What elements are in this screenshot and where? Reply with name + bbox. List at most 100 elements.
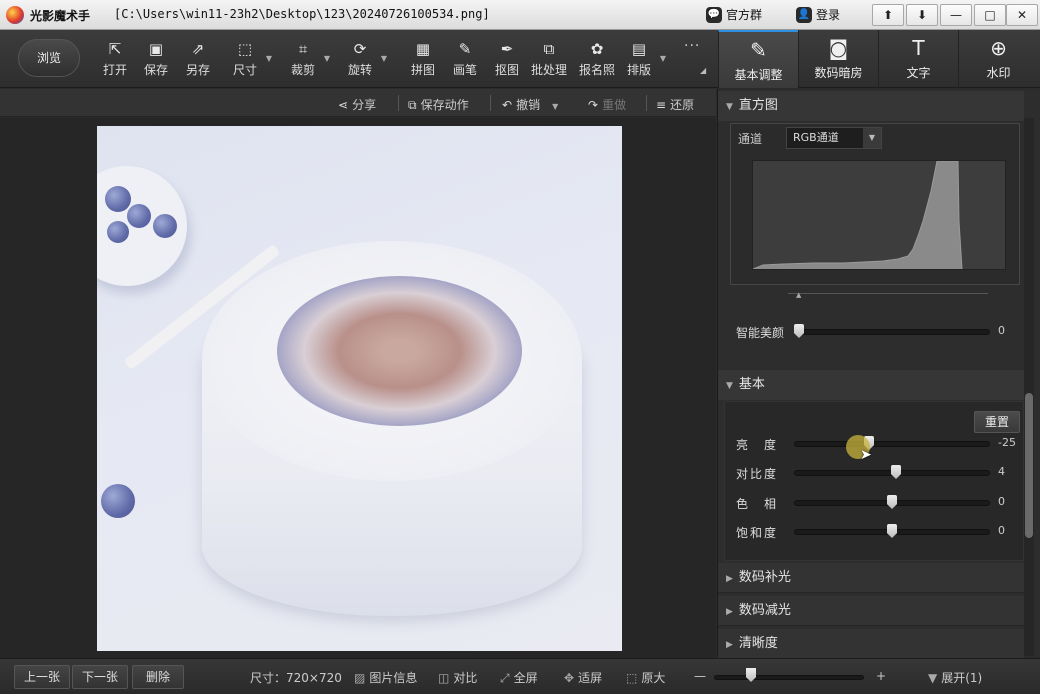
section-reduce-light-label: 数码减光 xyxy=(738,603,791,618)
chevron-down-icon: ▼ xyxy=(863,128,881,148)
brightness-slider[interactable]: 亮 度 -25 xyxy=(736,434,1026,454)
collage-tool[interactable]: ▦ 拼图 xyxy=(404,40,442,84)
blueberry xyxy=(127,204,151,228)
histogram-range-marker-icon[interactable]: ▲ xyxy=(796,291,801,299)
layout-tool[interactable]: ▤ 排版 ▼ xyxy=(620,40,666,84)
login-link[interactable]: 👤 登录 xyxy=(796,6,840,23)
minimize-button[interactable]: — xyxy=(940,4,972,26)
more-tools-icon[interactable]: ··· xyxy=(684,38,700,54)
slider-thumb[interactable] xyxy=(891,465,901,479)
section-sharpness[interactable]: ▶ 清晰度 xyxy=(718,629,1024,659)
layout-icon: ▤ xyxy=(631,40,647,58)
chevron-down-icon[interactable]: ▼ xyxy=(266,54,272,63)
tab-watermark[interactable]: ⊕ 水印 xyxy=(958,30,1038,88)
rotate-label: 旋转 xyxy=(347,63,372,77)
image-info-button[interactable]: ▨ 图片信息 xyxy=(354,669,417,686)
share-icon: ⋖ xyxy=(338,98,349,112)
contrast-slider[interactable]: 对比度 4 xyxy=(736,463,1026,483)
rotate-tool[interactable]: ⟳ 旋转 ▼ xyxy=(341,40,387,84)
undo-button[interactable]: ↶ 撤销 ▼ xyxy=(502,96,558,113)
zoom-slider-track[interactable] xyxy=(714,675,864,680)
original-size-button[interactable]: ⬚ 原大 xyxy=(626,669,665,686)
histogram-title: 直方图 xyxy=(738,98,778,113)
tab-digital-darkroom-label: 数码暗房 xyxy=(814,66,863,80)
blueberry xyxy=(101,484,135,518)
tab-basic-adjust[interactable]: ✎ 基本调整 xyxy=(718,30,798,88)
open-tool[interactable]: ⇱ 打开 xyxy=(96,40,134,84)
tab-text[interactable]: T 文字 xyxy=(878,30,958,88)
histogram-curve xyxy=(752,160,963,270)
slider-thumb[interactable] xyxy=(887,524,897,538)
reset-button[interactable]: 重置 xyxy=(974,411,1020,433)
adjust-icon: ✎ xyxy=(750,38,767,62)
file-path: [C:\Users\win11-23h2\Desktop\123\2024072… xyxy=(114,7,490,21)
fit-icon: ✥ xyxy=(564,671,575,685)
share-button[interactable]: ⋖ 分享 xyxy=(338,96,376,113)
section-fill-light-label: 数码补光 xyxy=(738,570,791,585)
tab-digital-darkroom[interactable]: ◙ 数码暗房 xyxy=(798,30,878,88)
expand-filmstrip-button[interactable]: ▼ 展开(1) xyxy=(928,669,982,686)
fullscreen-button[interactable]: ⤢ 全屏 xyxy=(500,669,538,686)
cutout-tool[interactable]: ✒ 抠图 xyxy=(488,40,526,84)
zoom-in-button[interactable]: + xyxy=(876,669,886,683)
save-as-tool[interactable]: ⇗ 另存 xyxy=(179,40,217,84)
batch-label: 批处理 xyxy=(530,63,567,77)
chevron-down-icon[interactable]: ▼ xyxy=(552,102,558,111)
browse-button[interactable]: 浏览 xyxy=(18,39,80,77)
original-size-icon: ⬚ xyxy=(626,671,638,685)
redo-button[interactable]: ↷ 重做 xyxy=(588,96,626,113)
saturation-slider[interactable]: 饱和度 0 xyxy=(736,522,1026,542)
skin-button[interactable]: ⬆ xyxy=(872,4,904,26)
channel-select[interactable]: RGB通道 ▼ xyxy=(786,127,882,149)
section-fill-light[interactable]: ▶ 数码补光 xyxy=(718,563,1024,593)
undo-label: 撤销 xyxy=(516,98,541,112)
chevron-down-icon[interactable]: ▼ xyxy=(324,54,330,63)
zoom-out-button[interactable]: — xyxy=(694,669,706,683)
panel-scroll-thumb[interactable] xyxy=(1025,393,1033,538)
slider-track[interactable] xyxy=(794,329,990,335)
crop-icon: ⌗ xyxy=(298,40,308,58)
mouse-cursor-icon: ➤ xyxy=(860,447,872,463)
basic-section-header[interactable]: ▼ 基本 xyxy=(718,370,1024,400)
expand-corner-icon[interactable]: ◢ xyxy=(700,66,706,75)
hue-slider[interactable]: 色 相 0 xyxy=(736,493,1026,513)
compare-icon: ◫ xyxy=(438,671,450,685)
delete-button[interactable]: 删除 xyxy=(132,665,184,689)
save-action-button[interactable]: ⧉ 保存动作 xyxy=(408,96,469,113)
slider-track[interactable] xyxy=(794,441,990,447)
panel-scrollbar[interactable] xyxy=(1024,118,1034,656)
close-button[interactable]: ✕ xyxy=(1006,4,1038,26)
fit-screen-button[interactable]: ✥ 适屏 xyxy=(564,669,602,686)
maximize-button[interactable]: □ xyxy=(974,4,1006,26)
batch-tool[interactable]: ⧉ 批处理 xyxy=(528,40,570,84)
histogram-section-header[interactable]: ▼ 直方图 xyxy=(718,91,1024,121)
divider xyxy=(398,95,399,111)
slider-thumb[interactable] xyxy=(794,324,804,338)
save-as-icon: ⇗ xyxy=(191,40,205,58)
expand-arrow-icon: ▶ xyxy=(726,640,733,650)
next-image-button[interactable]: 下一张 xyxy=(72,665,128,689)
id-photo-label: 报名照 xyxy=(578,63,615,77)
section-reduce-light[interactable]: ▶ 数码减光 xyxy=(718,596,1024,626)
smart-beauty-label: 智能美颜 xyxy=(736,326,785,340)
chevron-down-icon[interactable]: ▼ xyxy=(381,54,387,63)
save-tool[interactable]: ▣ 保存 xyxy=(137,40,175,84)
restore-button[interactable]: ≡ 还原 xyxy=(656,96,694,113)
prev-image-button[interactable]: 上一张 xyxy=(14,665,70,689)
crop-tool[interactable]: ⌗ 裁剪 ▼ xyxy=(284,40,330,84)
menu-button[interactable]: ⬇ xyxy=(906,4,938,26)
collapse-arrow-icon: ▼ xyxy=(726,381,733,391)
chevron-down-icon[interactable]: ▼ xyxy=(660,54,666,63)
id-photo-tool[interactable]: ✿ 报名照 xyxy=(576,40,618,84)
adjust-panel: ▼ 直方图 通道 RGB通道 ▼ ▲ 智能美颜 0 ▼ 基本 重置 亮 度 -25 对… xyxy=(717,89,1040,659)
text-icon: T xyxy=(912,36,925,60)
official-group-link[interactable]: 💬 官方群 xyxy=(706,6,762,23)
brush-tool[interactable]: ✎ 画笔 xyxy=(446,40,484,84)
compare-button[interactable]: ◫ 对比 xyxy=(438,669,477,686)
collapse-arrow-icon: ▼ xyxy=(726,102,733,112)
slider-thumb[interactable] xyxy=(887,495,897,509)
image-canvas[interactable] xyxy=(0,118,716,658)
histogram-graph xyxy=(752,160,1006,270)
smart-beauty-slider[interactable]: 智能美颜 0 xyxy=(736,322,1026,342)
resize-tool[interactable]: ⬚ 尺寸 ▼ xyxy=(226,40,272,84)
